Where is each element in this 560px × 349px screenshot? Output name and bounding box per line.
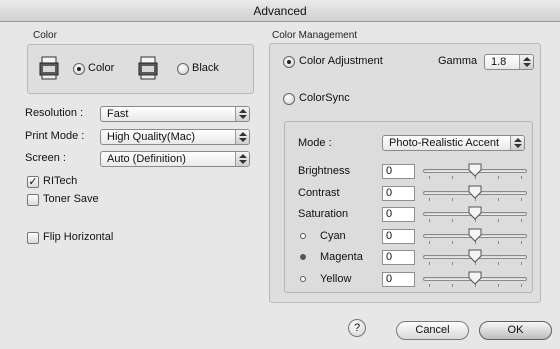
black-option-label[interactable]: Black: [192, 62, 219, 74]
gamma-label: Gamma: [438, 55, 478, 67]
flip-horizontal-checkbox[interactable]: [27, 232, 39, 244]
slider-label: Contrast: [298, 186, 340, 199]
slider-tick: [429, 219, 430, 222]
slider-value-field[interactable]: 0: [382, 185, 415, 201]
toner-save-label[interactable]: Toner Save: [43, 193, 99, 205]
slider-value-field[interactable]: 0: [382, 164, 415, 179]
slider-label: Cyan: [320, 229, 346, 242]
slider-tick: [429, 240, 430, 244]
slider-tick: [521, 219, 522, 222]
slider-tick: [452, 176, 453, 179]
color-dot-icon: [300, 254, 306, 260]
resolution-label: Resolution :: [25, 107, 84, 119]
slider-tick: [452, 219, 453, 222]
resolution-value: Fast: [107, 108, 129, 120]
color-adjustment-radio[interactable]: [283, 56, 295, 68]
slider-value-field[interactable]: 0: [382, 207, 415, 222]
colorsync-radio[interactable]: [283, 93, 295, 105]
slider-thumb[interactable]: [468, 185, 482, 199]
toner-save-checkbox[interactable]: [27, 194, 39, 206]
color-management-box: Color Adjustment Gamma 1.8 ColorSync Mod…: [269, 43, 541, 303]
select-arrows-icon: [510, 136, 524, 150]
slider-tick: [429, 197, 430, 201]
slider-tick: [452, 283, 453, 287]
printer-icon: [138, 56, 158, 80]
color-management-label: Color Management: [272, 30, 358, 41]
slider-tick: [521, 283, 522, 287]
slider-tick: [452, 240, 453, 244]
flip-horizontal-label[interactable]: Flip Horizontal: [43, 231, 113, 243]
slider-tick: [498, 283, 499, 287]
slider-value-field[interactable]: 0: [382, 250, 415, 265]
slider-label: Saturation: [298, 208, 349, 220]
slider-thumb[interactable]: [468, 163, 482, 177]
slider-tick: [498, 262, 499, 265]
select-arrows-icon: [235, 130, 249, 144]
select-arrows-icon: [235, 107, 249, 121]
slider-tick: [429, 283, 430, 287]
slider-tick: [498, 240, 499, 244]
slider-tick: [452, 197, 453, 201]
gamma-select[interactable]: 1.8: [484, 54, 534, 70]
screen-value: Auto (Definition): [107, 153, 186, 165]
colorsync-label[interactable]: ColorSync: [299, 92, 350, 104]
slider-tick: [521, 176, 522, 179]
color-dot-icon: [300, 232, 306, 239]
print-mode-select[interactable]: High Quality(Mac): [100, 129, 250, 145]
printer-icon: [39, 56, 59, 80]
color-option-radio[interactable]: [73, 63, 85, 75]
color-adjustment-label[interactable]: Color Adjustment: [299, 55, 383, 67]
screen-select[interactable]: Auto (Definition): [100, 151, 250, 167]
slider-label: Yellow: [320, 272, 352, 285]
slider-tick: [452, 262, 453, 265]
slider-tick: [429, 176, 430, 179]
color-group-box: Color Black: [27, 44, 254, 94]
mode-value: Photo-Realistic Accent: [389, 137, 500, 149]
gamma-value: 1.8: [491, 56, 507, 68]
slider-thumb[interactable]: [468, 206, 482, 220]
print-mode-value: High Quality(Mac): [107, 131, 196, 143]
color-option-label[interactable]: Color: [88, 62, 114, 74]
ok-button[interactable]: OK: [479, 321, 552, 340]
slider-tick: [521, 262, 522, 265]
color-group-label: Color: [33, 30, 57, 41]
advanced-dialog: Advanced Color Color Black Resolution : …: [0, 0, 560, 349]
slider-label: Brightness: [298, 165, 350, 177]
cancel-button[interactable]: Cancel: [396, 321, 469, 340]
slider-thumb[interactable]: [468, 249, 482, 263]
screen-label: Screen :: [25, 152, 66, 164]
ritech-checkbox[interactable]: ✓: [27, 176, 39, 188]
slider-label: Magenta: [320, 251, 363, 263]
window-title: Advanced: [0, 0, 560, 22]
color-dot-icon: [300, 275, 306, 282]
resolution-select[interactable]: Fast: [100, 106, 250, 122]
ritech-label[interactable]: RITech: [43, 175, 77, 187]
slider-tick: [429, 262, 430, 265]
slider-tick: [498, 219, 499, 222]
select-arrows-icon: [519, 55, 533, 69]
slider-tick: [498, 197, 499, 201]
slider-thumb[interactable]: [468, 271, 482, 285]
select-arrows-icon: [235, 152, 249, 166]
black-option-radio[interactable]: [177, 63, 189, 75]
mode-label: Mode :: [298, 137, 332, 149]
print-mode-label: Print Mode :: [25, 130, 85, 142]
color-adjustment-panel: Mode : Photo-Realistic Accent Brightness…: [284, 121, 533, 293]
mode-select[interactable]: Photo-Realistic Accent: [382, 135, 525, 151]
slider-tick: [498, 176, 499, 179]
help-icon[interactable]: ?: [348, 319, 366, 337]
slider-thumb[interactable]: [468, 228, 482, 242]
slider-value-field[interactable]: 0: [382, 228, 415, 244]
slider-value-field[interactable]: 0: [382, 271, 415, 287]
slider-tick: [521, 240, 522, 244]
slider-tick: [521, 197, 522, 201]
